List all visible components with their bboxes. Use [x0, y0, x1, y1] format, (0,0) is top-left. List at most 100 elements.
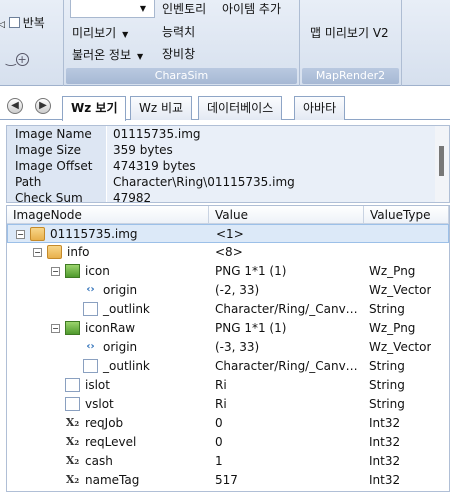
chevron-icon: ◁	[0, 20, 5, 30]
node-name: iconRaw	[85, 321, 136, 335]
node-value: 0	[215, 435, 223, 449]
image-info-panel: Image Name 01115735.img Image Size 359 byt…	[6, 125, 450, 203]
info-value: 47982	[107, 190, 449, 202]
node-value-type: String	[369, 302, 405, 316]
int-icon: X₂	[65, 454, 80, 467]
map-preview-button[interactable]: 맵 미리보기 V2	[310, 24, 389, 41]
node-value-type: Wz_Png	[369, 264, 416, 278]
node-value: PNG 1*1 (1)	[215, 321, 287, 335]
load-info-dropdown[interactable]: 불러온 정보 ▼	[72, 46, 143, 63]
item-add-button[interactable]: 아이템 추가	[222, 0, 281, 17]
node-name: info	[67, 245, 90, 259]
tree-row[interactable]: X₂ nameTag 517 Int32	[7, 471, 449, 490]
tab-database[interactable]: 데이터베이스	[198, 96, 283, 120]
back-arrow-icon: ◀	[11, 100, 19, 111]
info-scrollbar[interactable]	[435, 126, 449, 202]
preview-dropdown[interactable]: 미리보기 ▼	[72, 24, 128, 41]
tree-row[interactable]: ‹› origin (-3, 33) Wz_Vector	[7, 338, 449, 357]
tree-row[interactable]: islot Ri String	[7, 376, 449, 395]
grid-body: −01115735.img <1> − info <8> − icon PNG 1*1 (1)…	[7, 224, 449, 490]
tab-wz-compare[interactable]: Wz 비교	[130, 96, 193, 120]
checkbox-icon	[8, 17, 20, 28]
collapse-toggle-icon[interactable]: −	[16, 230, 25, 239]
info-value: Character\Ring\01115735.img	[107, 174, 449, 190]
equip-button[interactable]: 장비창	[162, 45, 195, 62]
repeat-label: 반복	[22, 16, 45, 30]
tree-row[interactable]: _outlink Character/Ring/_Canv… String	[7, 357, 449, 376]
node-value: PNG 1*1 (1)	[215, 264, 287, 278]
tree-row[interactable]: X₂ cash 1 Int32	[7, 452, 449, 471]
tree-row[interactable]: − icon PNG 1*1 (1) Wz_Png	[7, 262, 449, 281]
tab-wz-view[interactable]: Wz 보기	[62, 96, 127, 121]
node-name: reqLevel	[85, 435, 137, 449]
tree-row[interactable]: − info <8>	[7, 243, 449, 262]
inventory-button[interactable]: 인벤토리	[162, 0, 206, 17]
document-icon	[83, 359, 98, 373]
node-value: Character/Ring/_Canv…	[215, 302, 358, 316]
grid-header: ImageNode Value ValueType	[7, 206, 449, 224]
info-value: 01115735.img	[107, 126, 449, 142]
node-value-type: Int32	[369, 454, 401, 468]
scrollbar-thumb[interactable]	[439, 146, 444, 176]
node-value: 0	[215, 416, 223, 430]
node-value: <1>	[216, 227, 244, 241]
node-value-type: String	[369, 397, 405, 411]
info-key: Image Offset	[7, 158, 107, 174]
node-value: (-3, 33)	[215, 340, 260, 354]
preview-combo[interactable]: ▼	[70, 0, 155, 18]
png-icon	[65, 321, 80, 335]
tab-bar: ◀ ▶ Wz 보기 Wz 비교 데이터베이스 아바타	[0, 94, 450, 121]
ribbon-group-charasim: ▼ 미리보기 ▼ 불러온 정보 ▼ 인벤토리 아이템 추가 능력치 장비창 Char…	[64, 0, 300, 86]
folder-icon	[30, 227, 45, 241]
info-value: 359 bytes	[107, 142, 449, 158]
repeat-checkbox[interactable]: ◁ 반복	[0, 14, 45, 31]
info-row: Path Character\Ring\01115735.img	[7, 174, 449, 190]
info-key: Check Sum	[7, 190, 107, 202]
ability-button[interactable]: 능력치	[162, 23, 195, 40]
info-row: Check Sum 47982	[7, 190, 449, 202]
info-key: Path	[7, 174, 107, 190]
load-info-label: 불러온 정보	[72, 48, 132, 62]
tree-row[interactable]: _outlink Character/Ring/_Canv… String	[7, 300, 449, 319]
tree-row[interactable]: X₂ reqJob 0 Int32	[7, 414, 449, 433]
node-name: islot	[85, 378, 110, 392]
node-name: nameTag	[85, 473, 140, 487]
slider-control[interactable]: ‿ +	[6, 52, 29, 66]
info-row: Image Name 01115735.img	[7, 126, 449, 142]
node-value: 517	[215, 473, 238, 487]
int-icon: X₂	[65, 416, 80, 429]
vector-icon: ‹›	[86, 284, 95, 295]
info-row: Image Size 359 bytes	[7, 142, 449, 158]
info-row: Image Offset 474319 bytes	[7, 158, 449, 174]
back-button[interactable]: ◀	[7, 98, 23, 114]
node-name: reqJob	[85, 416, 124, 430]
node-name: 01115735.img	[50, 227, 138, 241]
node-value-type: Wz_Vector	[369, 283, 432, 297]
document-icon	[83, 302, 98, 316]
tab-avatar[interactable]: 아바타	[294, 96, 346, 120]
node-value-type: Wz_Vector	[369, 340, 432, 354]
node-value: 1	[215, 454, 223, 468]
node-value-type: Wz_Png	[369, 321, 416, 335]
forward-button[interactable]: ▶	[35, 98, 51, 114]
tree-row[interactable]: − iconRaw PNG 1*1 (1) Wz_Png	[7, 319, 449, 338]
node-value: Ri	[215, 378, 227, 392]
tree-row[interactable]: vslot Ri String	[7, 395, 449, 414]
int-icon: X₂	[65, 473, 80, 486]
column-header-imagenode[interactable]: ImageNode	[7, 206, 209, 223]
column-header-valuetype[interactable]: ValueType	[364, 206, 449, 223]
collapse-toggle-icon[interactable]: −	[51, 267, 60, 276]
ribbon-group-maprender: 맵 미리보기 V2 MapRender2	[300, 0, 402, 86]
tree-row[interactable]: − 01115735.img <1>	[7, 224, 449, 243]
tree-row[interactable]: ‹› origin (-2, 33) Wz_Vector	[7, 281, 449, 300]
maprender-group-label: MapRender2	[302, 68, 399, 84]
ribbon: ◁ 반복 ‿ + ▼ 미리보기 ▼ 불러온 정보 ▼ 인벤토리 아이템 추가 능력치 …	[0, 0, 450, 86]
node-value-type: String	[369, 378, 405, 392]
document-icon	[65, 378, 80, 392]
column-header-value[interactable]: Value	[209, 206, 364, 223]
document-icon	[65, 397, 80, 411]
tree-row[interactable]: X₂ reqLevel 0 Int32	[7, 433, 449, 452]
collapse-toggle-icon[interactable]: −	[51, 324, 60, 333]
collapse-toggle-icon[interactable]: −	[33, 248, 42, 257]
node-value: <8>	[215, 245, 243, 259]
